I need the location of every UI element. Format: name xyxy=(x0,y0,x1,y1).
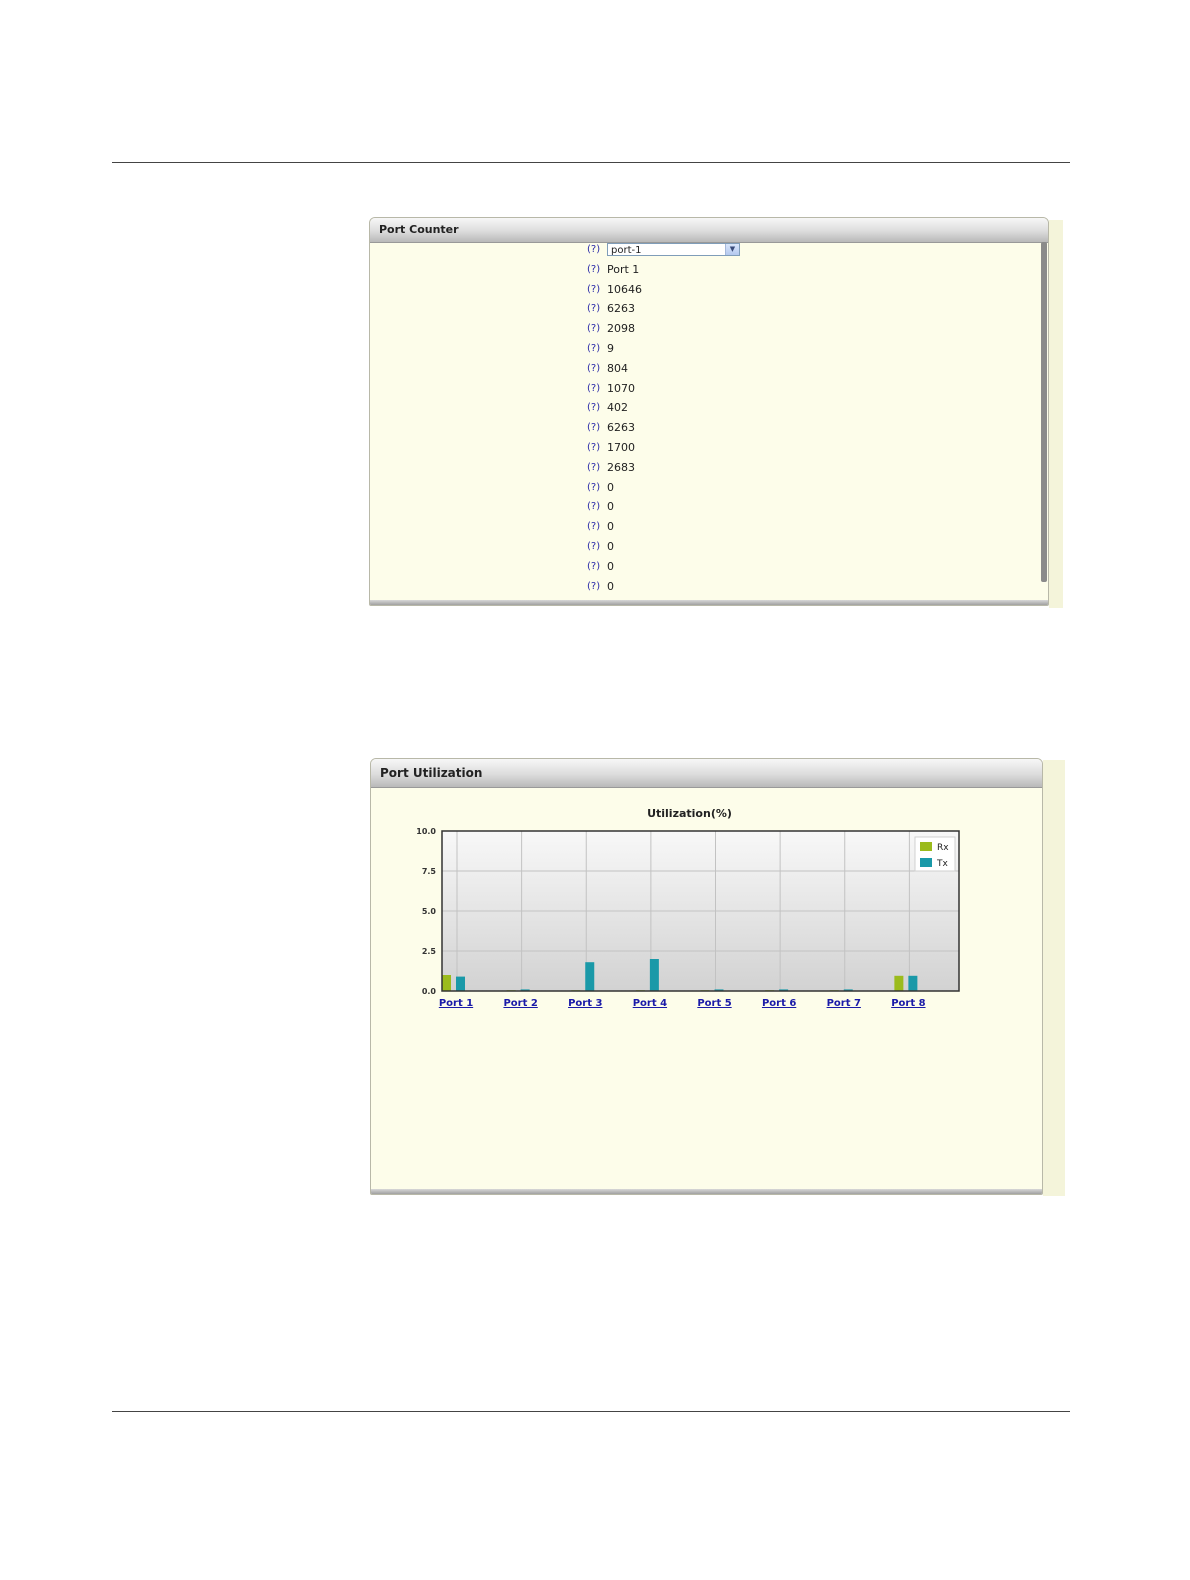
x-tick-link[interactable]: Port 3 xyxy=(568,998,602,1009)
port-select-value: port-1 xyxy=(611,245,642,256)
port-counter-panel: Port Counter Port(?)port-1▼Name(?)Port 1… xyxy=(369,217,1049,606)
help-link[interactable]: (?) xyxy=(587,240,600,260)
help-link[interactable]: (?) xyxy=(587,260,600,280)
bar-rx xyxy=(894,975,904,991)
y-tick-label: 10.0 xyxy=(416,827,436,836)
help-link[interactable]: (?) xyxy=(587,319,600,339)
top-rule xyxy=(112,162,1070,163)
help-link[interactable]: (?) xyxy=(587,280,600,300)
y-tick-label: 5.0 xyxy=(422,907,437,916)
scrollbar[interactable] xyxy=(1041,242,1047,582)
panel-footer xyxy=(371,1189,1042,1194)
counter-value: 0 xyxy=(607,480,614,494)
help-link[interactable]: (?) xyxy=(587,418,600,438)
y-tick-label: 7.5 xyxy=(422,867,437,876)
help-link[interactable]: (?) xyxy=(587,359,600,379)
counter-value: 804 xyxy=(607,361,628,375)
bar-tx xyxy=(456,976,465,991)
x-tick-link[interactable]: Port 4 xyxy=(633,998,667,1009)
x-tick-link[interactable]: Port 6 xyxy=(762,998,796,1009)
help-link[interactable]: (?) xyxy=(587,458,600,478)
legend-label: Rx xyxy=(937,843,949,853)
counter-value: 0 xyxy=(607,540,614,553)
legend-swatch xyxy=(920,842,932,851)
y-tick-label: 0.0 xyxy=(422,987,437,996)
bar-tx xyxy=(649,959,659,991)
y-tick-label: 2.5 xyxy=(422,947,437,956)
x-tick-link[interactable]: Port 1 xyxy=(439,998,473,1009)
port-utilization-panel: Port Utilization Utilization(%) 0.0 2.5 5.0… xyxy=(370,758,1043,1195)
counter-value: 402 xyxy=(607,401,628,415)
help-link[interactable]: (?) xyxy=(587,537,600,557)
help-link[interactable]: (?) xyxy=(587,398,600,418)
port-counter-title: Port Counter xyxy=(370,218,1048,243)
counter-value: 2098 xyxy=(607,322,635,336)
counter-value: 0 xyxy=(607,520,614,534)
counter-value: 6263 xyxy=(607,421,635,435)
help-link[interactable]: (?) xyxy=(587,379,600,399)
help-link[interactable]: (?) xyxy=(587,438,600,458)
chart-title: Utilization(%) xyxy=(647,807,732,820)
counter-value: 1070 xyxy=(607,381,635,395)
panel-shadow xyxy=(1043,760,1065,1196)
bar-tx xyxy=(585,962,595,991)
bar-tx xyxy=(908,975,918,991)
help-link[interactable]: (?) xyxy=(587,478,600,498)
counter-value: 0 xyxy=(607,579,614,593)
counter-value: Port 1 xyxy=(607,262,640,276)
legend-label: Tx xyxy=(936,859,948,869)
counter-value: 2683 xyxy=(607,460,635,474)
bottom-rule xyxy=(112,1411,1070,1412)
panel-footer xyxy=(370,600,1048,605)
counter-value: 10646 xyxy=(607,282,642,296)
legend-swatch xyxy=(920,858,932,867)
x-tick-link[interactable]: Port 5 xyxy=(697,998,731,1009)
counter-value: 6263 xyxy=(607,302,635,316)
counter-value: 0 xyxy=(607,500,614,514)
help-link[interactable]: (?) xyxy=(587,339,600,359)
x-tick-link[interactable]: Port 8 xyxy=(891,998,925,1009)
utilization-chart: Utilization(%) 0.0 2.5 5.0 7.5 10.0 Port 1 Port… xyxy=(416,807,960,1009)
counter-value: 9 xyxy=(607,342,614,355)
help-link[interactable]: (?) xyxy=(587,497,600,517)
x-tick-link[interactable]: Port 7 xyxy=(827,998,861,1009)
panel-shadow xyxy=(1049,220,1063,608)
x-tick-link[interactable]: Port 2 xyxy=(503,998,537,1009)
port-select[interactable]: port-1 ▼ xyxy=(607,243,740,256)
help-link[interactable]: (?) xyxy=(587,517,600,537)
counter-value: 0 xyxy=(607,559,614,573)
bar-rx xyxy=(442,975,451,991)
help-link[interactable]: (?) xyxy=(587,299,600,319)
help-link[interactable]: (?) xyxy=(587,577,600,597)
chevron-down-icon[interactable]: ▼ xyxy=(725,244,739,255)
help-link[interactable]: (?) xyxy=(587,557,600,577)
counter-value: 1700 xyxy=(607,441,635,454)
